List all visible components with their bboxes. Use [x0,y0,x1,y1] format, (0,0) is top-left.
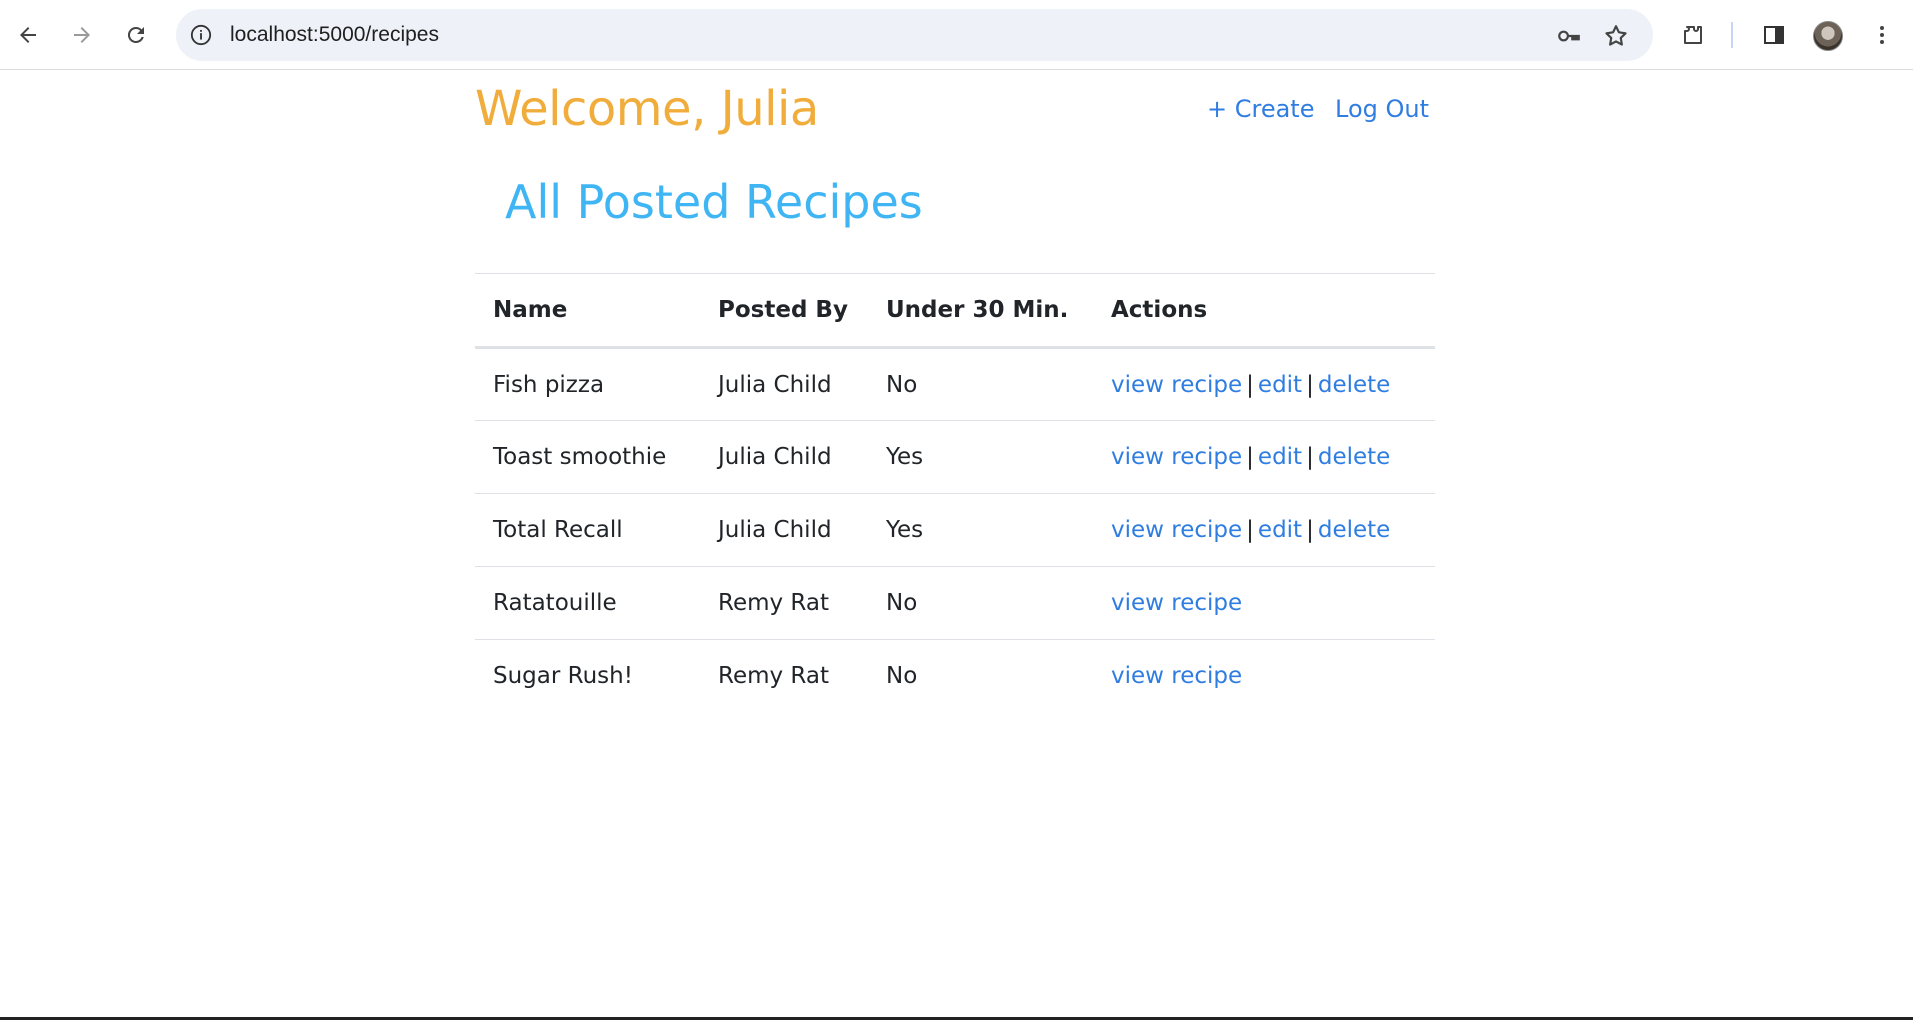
recipe-posted-by: Julia Child [700,420,868,494]
page-content: Welcome, Julia + Create Log Out All Post… [0,71,1913,1020]
table-row: Toast smoothie Julia Child Yes view reci… [475,420,1435,494]
info-icon[interactable] [188,22,214,48]
recipe-under-30: No [886,663,918,690]
star-icon[interactable] [1602,22,1630,50]
edit-link[interactable]: edit [1258,517,1302,543]
table-row: Fish pizza Julia Child No view recipe | ed… [475,347,1435,421]
edit-link[interactable]: edit [1258,444,1302,470]
more-menu-icon[interactable] [1862,15,1902,55]
recipe-name: Total Recall [475,493,700,567]
recipe-name: Fish pizza [475,347,700,421]
recipe-actions: view recipe | edit | delete [1093,493,1435,567]
action-separator: | [1246,444,1254,470]
table-row: Ratatouille Remy Rat No view recipe [475,566,1435,640]
create-link[interactable]: + Create [1207,95,1314,123]
column-header-name: Name [475,273,700,349]
toolbar-divider [1731,22,1733,48]
address-bar[interactable]: localhost:5000/recipes [176,9,1653,61]
action-separator: | [1306,371,1314,398]
recipe-actions: view recipe | edit | delete [1093,347,1435,421]
back-icon[interactable] [8,15,48,55]
profile-avatar[interactable] [1813,21,1843,51]
reload-icon[interactable] [116,15,156,55]
table-header-row: Name Posted By Under 30 Min. Actions [475,273,1435,349]
recipe-under-30: Yes [868,493,1093,567]
url-text[interactable]: localhost:5000/recipes [230,23,439,47]
action-separator: | [1306,444,1314,470]
logout-link[interactable]: Log Out [1335,95,1429,123]
recipe-name: Sugar Rush! [493,663,633,690]
column-header-under-30: Under 30 Min. [868,273,1093,349]
view-recipe-link[interactable]: view recipe [1111,444,1242,470]
delete-link[interactable]: delete [1318,372,1390,398]
side-panel-icon[interactable] [1754,15,1794,55]
table-row: Sugar Rush! Remy Rat No view recipe [475,640,1435,713]
action-separator: | [1306,517,1314,543]
edit-link[interactable]: edit [1258,372,1302,398]
recipe-actions: view recipe | edit | delete [1093,420,1435,494]
recipe-name: Ratatouille [475,566,700,640]
table-row: Total Recall Julia Child Yes view recipe… [475,493,1435,567]
action-separator: | [1246,371,1254,398]
column-header-actions: Actions [1093,273,1435,349]
view-recipe-link[interactable]: view recipe [1111,663,1242,689]
forward-icon[interactable] [62,15,102,55]
view-recipe-link[interactable]: view recipe [1111,372,1242,398]
delete-link[interactable]: delete [1318,517,1390,543]
view-recipe-link[interactable]: view recipe [1111,590,1242,616]
delete-link[interactable]: delete [1318,444,1390,470]
extensions-icon[interactable] [1673,15,1713,55]
view-recipe-link[interactable]: view recipe [1111,517,1242,543]
recipe-actions: view recipe [1093,640,1435,713]
recipe-posted-by: Remy Rat [718,663,830,690]
welcome-heading: Welcome, Julia [475,81,819,137]
recipe-posted-by: Remy Rat [700,566,868,640]
column-header-posted-by: Posted By [700,273,868,349]
recipe-name: Toast smoothie [475,420,700,494]
recipe-posted-by: Julia Child [700,493,868,567]
recipe-under-30: No [868,347,1093,421]
recipe-posted-by: Julia Child [700,347,868,421]
recipe-actions: view recipe [1093,566,1435,640]
recipes-table: Name Posted By Under 30 Min. Actions Fis… [475,273,1435,713]
recipe-under-30: No [868,566,1093,640]
browser-toolbar: localhost:5000/recipes [0,0,1913,70]
recipe-under-30: Yes [868,420,1093,494]
page-title: All Posted Recipes [505,175,923,229]
action-separator: | [1246,517,1254,543]
key-icon[interactable] [1555,22,1583,50]
